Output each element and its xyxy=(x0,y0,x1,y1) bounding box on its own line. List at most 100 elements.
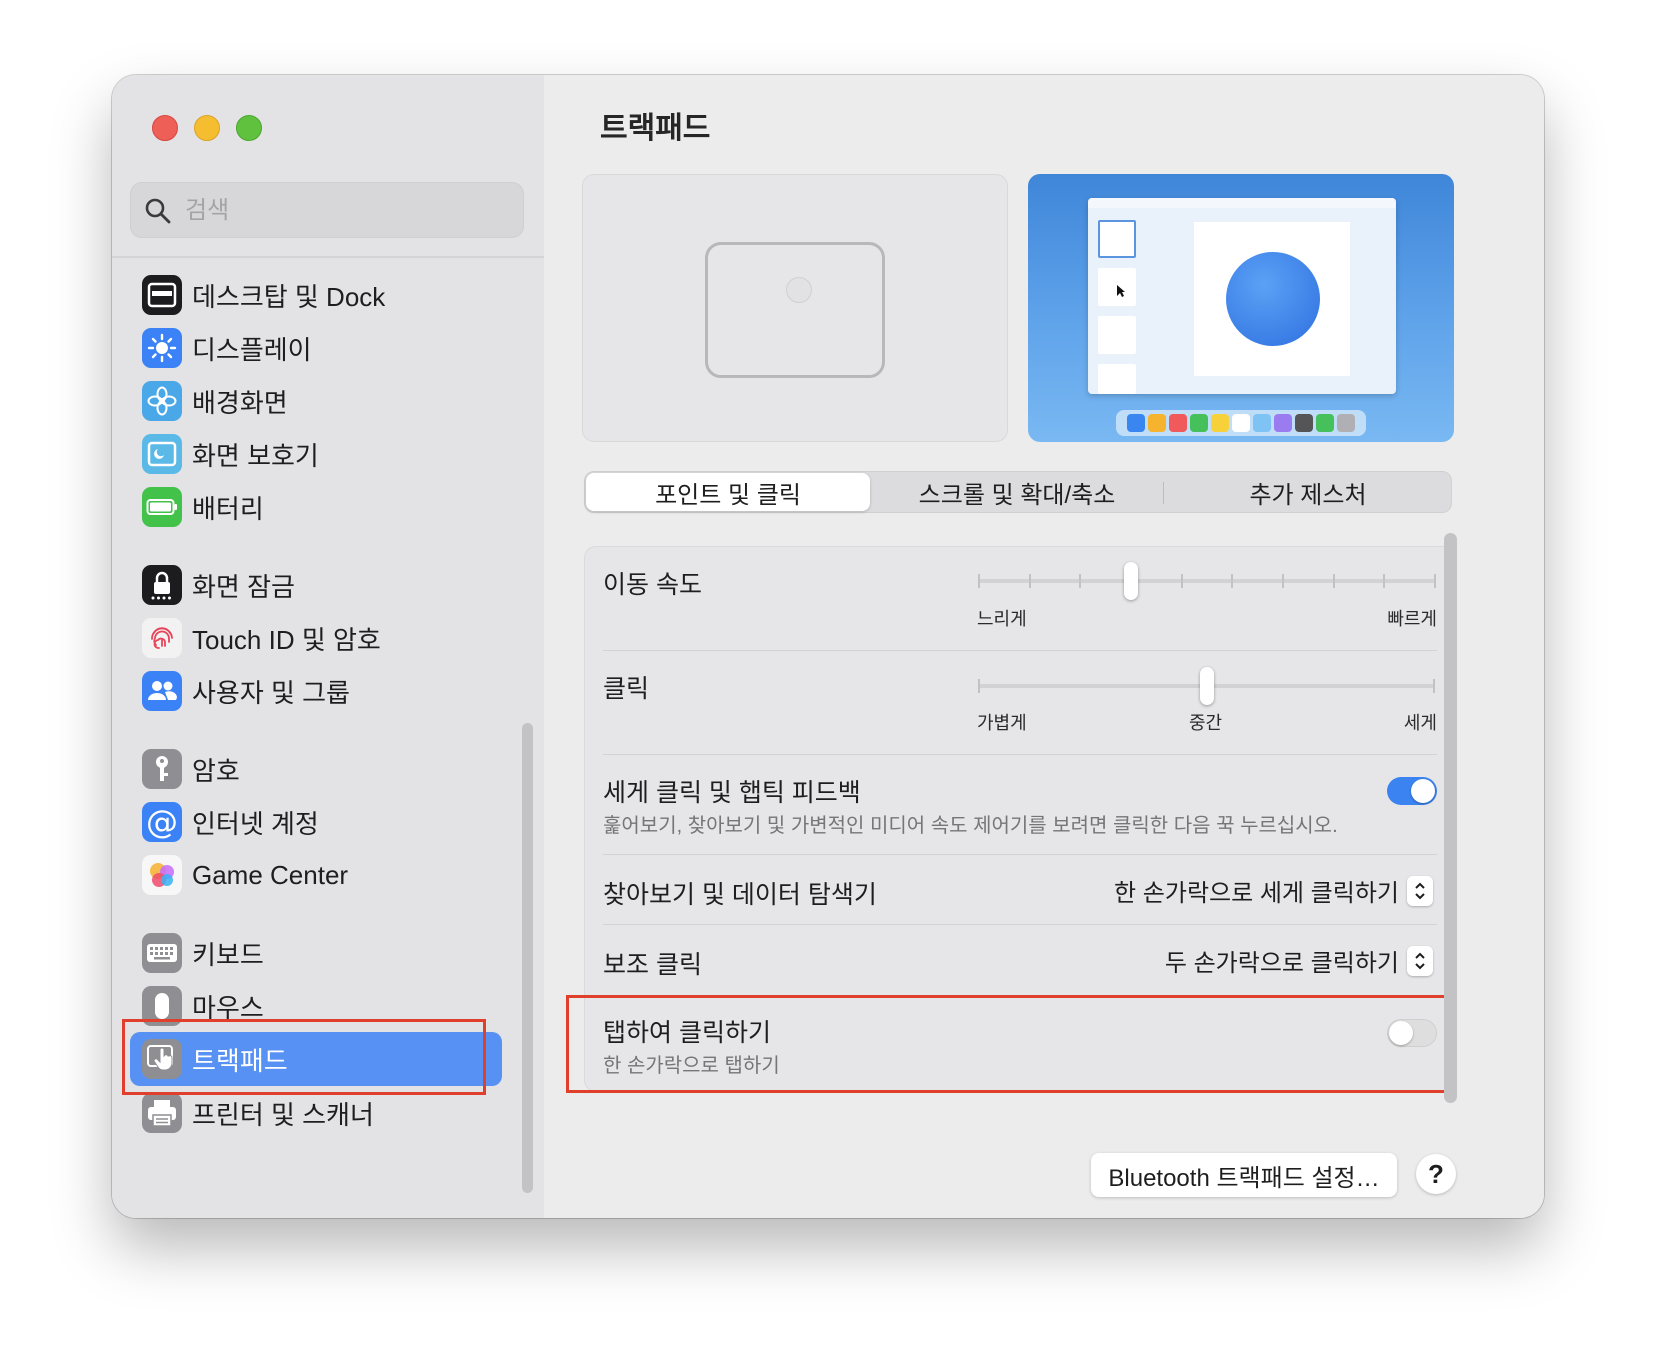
search-input[interactable] xyxy=(183,191,507,231)
sidebar-item-battery[interactable]: 배터리 xyxy=(130,480,502,534)
force-click-label: 세게 클릭 및 햅틱 피드백 xyxy=(603,779,861,807)
sidebar-item-label: 디스플레이 xyxy=(192,334,312,365)
window-controls xyxy=(152,115,262,141)
settings-panel: 이동 속도 느리게 빠르게 클릭 가볍게 중간 세게 세게 클릭 및 햅틱 피드… xyxy=(584,546,1456,1092)
sidebar-item-label: 프린터 및 스캐너 xyxy=(192,1099,374,1130)
secondary-click-value: 두 손가락으로 클릭하기 xyxy=(1164,950,1399,977)
chevron-updown-icon xyxy=(1407,875,1433,906)
click-tick xyxy=(1433,679,1435,693)
tracking-speed-tick xyxy=(1383,574,1386,588)
keyboard-icon xyxy=(142,933,182,973)
page-title: 트랙패드 xyxy=(600,112,711,145)
sidebar-item-label: 키보드 xyxy=(192,939,264,970)
sidebar-item-printers-scanners[interactable]: 프린터 및 스캐너 xyxy=(130,1086,502,1140)
tab-bar: 포인트 및 클릭 스크롤 및 확대/축소 추가 제스처 xyxy=(584,471,1452,513)
zoom-button[interactable] xyxy=(236,115,262,141)
trackpad-illustration xyxy=(705,242,885,378)
bluetooth-trackpad-button[interactable]: Bluetooth 트랙패드 설정… xyxy=(1091,1153,1397,1197)
sidebar: 데스크탑 및 Dock 디스플레이 배경화면 화면 보호기 xyxy=(112,75,545,1218)
sidebar-item-label: 배터리 xyxy=(192,493,264,524)
tracking-speed-max: 빠르게 xyxy=(1387,609,1437,629)
battery-icon xyxy=(142,487,182,527)
sidebar-item-internet-accounts[interactable]: @ 인터넷 계정 xyxy=(130,795,502,849)
sidebar-scrollbar[interactable] xyxy=(522,723,533,1193)
preview-thumbnail xyxy=(1098,268,1136,306)
search-field[interactable] xyxy=(130,182,524,238)
force-click-toggle[interactable] xyxy=(1387,777,1437,805)
tab-point-click[interactable]: 포인트 및 클릭 xyxy=(586,473,870,511)
key-icon xyxy=(142,749,182,789)
main-scrollbar[interactable] xyxy=(1444,533,1457,1103)
click-knob[interactable] xyxy=(1200,667,1214,705)
sidebar-item-screensaver[interactable]: 화면 보호기 xyxy=(130,427,502,481)
sidebar-item-label: 화면 잠금 xyxy=(192,571,295,602)
tracking-speed-tick xyxy=(1079,574,1082,588)
sidebar-item-trackpad[interactable]: 트랙패드 xyxy=(130,1032,502,1086)
tap-to-click-toggle[interactable] xyxy=(1387,1019,1437,1047)
help-button[interactable]: ? xyxy=(1416,1154,1456,1194)
force-click-row: 세게 클릭 및 햅틱 피드백 훑어보기, 찾아보기 및 가변적인 미디어 속도 … xyxy=(585,755,1455,855)
click-row: 클릭 가볍게 중간 세게 xyxy=(585,651,1455,755)
sidebar-item-label: 데스크탑 및 Dock xyxy=(192,281,386,312)
sidebar-item-desktop-dock[interactable]: 데스크탑 및 Dock xyxy=(130,268,502,322)
sidebar-item-users-groups[interactable]: 사용자 및 그룹 xyxy=(130,664,502,718)
at-icon: @ xyxy=(142,802,182,842)
sidebar-item-keyboard[interactable]: 키보드 xyxy=(130,926,502,980)
tracking-speed-tick xyxy=(1434,574,1436,588)
preview-thumbnail xyxy=(1098,220,1136,258)
main-pane: 트랙패드 포인트 및 클릭 스크롤 및 확대/축소 추가 제스처 이동 속도 느… xyxy=(544,75,1544,1218)
sidebar-item-label: 화면 보호기 xyxy=(192,440,319,471)
tracking-speed-label: 이동 속도 xyxy=(603,571,702,599)
sidebar-divider xyxy=(112,256,544,258)
tap-to-click-row: 탭하여 클릭하기 한 손가락으로 탭하기 xyxy=(585,999,1455,1091)
sidebar-item-passwords[interactable]: 암호 xyxy=(130,742,502,796)
tracking-speed-knob[interactable] xyxy=(1124,562,1138,600)
sidebar-item-wallpaper[interactable]: 배경화면 xyxy=(130,374,502,428)
fingerprint-icon xyxy=(142,618,182,658)
sidebar-item-lock-screen[interactable]: 화면 잠금 xyxy=(130,558,502,612)
search-icon xyxy=(145,198,171,224)
tab-more-gestures[interactable]: 추가 제스처 xyxy=(1165,473,1451,511)
sidebar-item-label: Game Center xyxy=(192,859,349,890)
display-icon xyxy=(142,328,182,368)
cursor-icon xyxy=(1117,285,1125,297)
sidebar-item-label: 마우스 xyxy=(192,992,264,1023)
tracking-speed-tick xyxy=(1028,574,1031,588)
preview-circle xyxy=(1226,252,1320,346)
sidebar-item-label: 배경화면 xyxy=(192,387,288,418)
sidebar-item-mouse[interactable]: 마우스 xyxy=(130,979,502,1033)
sidebar-item-display[interactable]: 디스플레이 xyxy=(130,321,502,375)
preview-dock xyxy=(1116,410,1366,436)
trackpad-preview xyxy=(582,174,1008,442)
users-icon xyxy=(142,671,182,711)
sidebar-item-touch-id[interactable]: Touch ID 및 암호 xyxy=(130,611,502,665)
force-click-description: 훑어보기, 찾아보기 및 가변적인 미디어 속도 제어기를 보려면 클릭한 다음… xyxy=(603,815,1338,837)
sidebar-item-label: 사용자 및 그룹 xyxy=(192,677,350,708)
click-medium: 중간 xyxy=(1189,713,1223,733)
tab-scroll-zoom[interactable]: 스크롤 및 확대/축소 xyxy=(873,473,1161,511)
click-tick xyxy=(978,679,980,693)
close-button[interactable] xyxy=(152,115,178,141)
gesture-video-preview xyxy=(1028,174,1454,442)
click-label: 클릭 xyxy=(603,675,650,703)
tracking-speed-tick xyxy=(978,574,980,588)
secondary-click-popup[interactable]: 두 손가락으로 클릭하기 xyxy=(1165,943,1433,978)
game-center-icon xyxy=(142,855,182,895)
tap-to-click-description: 한 손가락으로 탭하기 xyxy=(603,1055,780,1077)
tab-divider xyxy=(1163,482,1164,504)
lookup-row: 찾아보기 및 데이터 탐색기 한 손가락으로 세게 클릭하기 xyxy=(585,855,1455,925)
tap-to-click-label: 탭하여 클릭하기 xyxy=(603,1019,771,1047)
lookup-popup[interactable]: 한 손가락으로 세게 클릭하기 xyxy=(1114,873,1433,908)
tracking-speed-slider[interactable] xyxy=(979,579,1435,583)
system-settings-window: 데스크탑 및 Dock 디스플레이 배경화면 화면 보호기 xyxy=(112,75,1544,1218)
minimize-button[interactable] xyxy=(194,115,220,141)
preview-titlebar xyxy=(1088,198,1396,208)
tracking-speed-tick xyxy=(1180,574,1183,588)
tracking-speed-tick xyxy=(1332,574,1335,588)
tracking-speed-tick xyxy=(1231,574,1234,588)
lookup-value: 한 손가락으로 세게 클릭하기 xyxy=(1114,880,1399,907)
sidebar-item-game-center[interactable]: Game Center xyxy=(130,848,502,902)
secondary-click-label: 보조 클릭 xyxy=(603,951,702,979)
preview-window xyxy=(1088,198,1396,394)
click-firm: 세게 xyxy=(1403,713,1437,733)
